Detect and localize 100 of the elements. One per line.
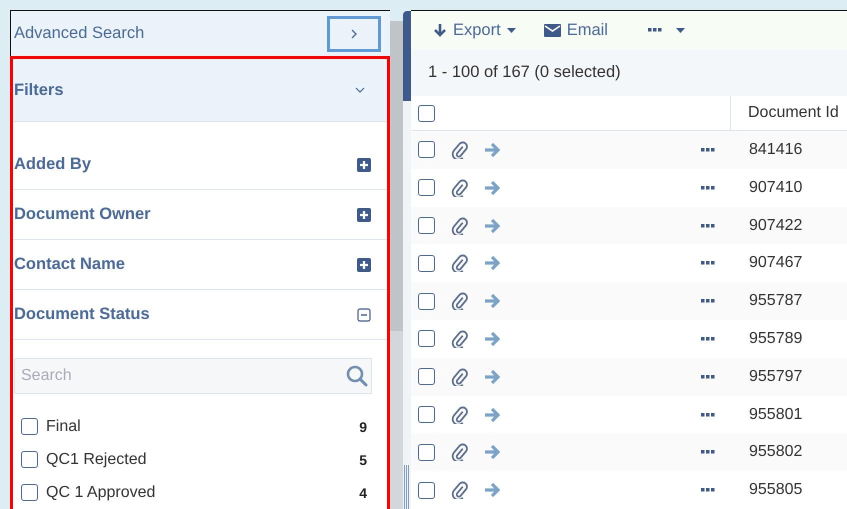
section-label: Added By [14,155,92,174]
paperclip-icon[interactable] [451,368,468,386]
table-row[interactable]: 907410 [411,168,847,207]
search-icon [346,365,368,387]
caret-icon [676,28,685,33]
table-row[interactable]: 955789 [411,320,847,358]
table-row[interactable]: 841416 [411,131,847,169]
expand-icon[interactable] [357,258,371,272]
paperclip-icon[interactable] [451,330,468,348]
arrow-icon[interactable] [484,482,502,498]
filter-section[interactable]: Contact Name [13,240,387,290]
expand-icon[interactable] [357,208,371,222]
collapse-icon[interactable] [357,308,371,322]
expand-button[interactable] [327,16,381,52]
arrow-icon[interactable] [484,255,502,272]
option-count: 4 [359,484,367,500]
filters-header[interactable]: Filters [13,59,387,122]
search-field[interactable]: Search [14,358,372,394]
paperclip-icon[interactable] [451,178,468,197]
table-cell: 955787 [749,292,802,310]
paperclip-icon[interactable] [451,254,468,272]
arrow-icon[interactable] [484,293,502,310]
table-row[interactable]: 955797 [411,358,847,396]
row-checkbox[interactable] [418,254,435,272]
more-icon[interactable] [701,488,715,492]
filter-section[interactable]: Document Status [13,290,387,340]
caret-icon [506,28,516,33]
option-count: 9 [359,418,367,434]
email-button[interactable]: Email [540,16,612,44]
checkbox[interactable] [21,418,38,435]
table-cell: 955801 [749,406,802,424]
paperclip-icon[interactable] [451,292,468,310]
checkbox[interactable] [21,451,38,468]
more-icon[interactable] [701,261,715,266]
scrollbar[interactable] [390,21,403,509]
table-cell: 907410 [749,178,802,197]
expand-icon[interactable] [357,158,371,172]
table-row[interactable]: 955805 [411,471,847,509]
row-checkbox[interactable] [418,292,435,310]
table-row[interactable]: 907467 [411,244,847,282]
more-icon[interactable] [701,336,715,341]
chevron-icon [355,87,365,93]
filters-title: Filters [14,80,64,100]
table-cell: 907467 [749,254,802,272]
arrow-icon[interactable] [484,444,502,460]
table-row[interactable]: 955802 [411,433,847,472]
paperclip-icon[interactable] [451,140,468,159]
column-header[interactable]: Document Id [731,104,839,122]
option-label: Final [46,418,82,436]
paperclip-icon[interactable] [451,406,468,424]
table-cell: 955797 [749,368,802,386]
checkbox[interactable] [21,484,38,501]
table-cell: 907422 [749,216,802,235]
option-count: 5 [359,452,367,468]
table-cell: 955802 [749,443,802,462]
more-icon[interactable] [701,186,715,190]
download-icon [433,22,447,38]
section-label: Document Status [14,305,150,324]
more-icon[interactable] [701,412,715,416]
more-icon[interactable] [701,374,715,379]
select-all-checkbox[interactable] [418,104,435,122]
more-icon[interactable] [701,224,715,228]
row-checkbox[interactable] [418,406,435,423]
option-label: QC1 Rejected [46,450,148,468]
option-label: QC 1 Approved [46,484,156,502]
table-row[interactable]: 955801 [411,396,847,434]
arrow-icon[interactable] [484,330,502,347]
row-checkbox[interactable] [418,141,435,158]
ellipsis-icon [648,28,662,32]
splitter-handle[interactable] [403,11,411,509]
table-row[interactable]: 907422 [411,206,847,244]
table-cell: 955789 [749,330,802,348]
section-label: Contact Name [14,255,125,274]
paperclip-icon[interactable] [451,481,468,500]
row-checkbox[interactable] [418,217,435,234]
envelope-icon [544,24,561,37]
paperclip-icon[interactable] [451,443,468,462]
table-row[interactable]: 955787 [411,282,847,320]
filter-section[interactable]: Document Owner [13,190,387,240]
arrow-icon[interactable] [484,180,502,196]
arrow-icon[interactable] [484,142,502,158]
export-button[interactable]: Export [429,16,520,44]
more-icon[interactable] [701,450,715,454]
row-checkbox[interactable] [418,444,435,461]
row-checkbox[interactable] [418,179,435,196]
table-cell: 955805 [749,481,802,500]
arrow-icon[interactable] [484,406,502,422]
arrow-icon[interactable] [484,218,502,234]
paperclip-icon[interactable] [451,216,468,235]
row-checkbox[interactable] [418,368,435,386]
more-icon[interactable] [701,299,715,304]
row-checkbox[interactable] [418,482,435,499]
arrow-icon[interactable] [484,368,502,385]
section-label: Document Owner [14,205,151,224]
chevron-right-icon [350,28,358,38]
result-count: 1 - 100 of 167 (0 selected) [428,63,621,82]
more-icon[interactable] [701,148,715,152]
table-cell: 841416 [749,140,802,159]
filter-section[interactable]: Added By [13,140,387,190]
row-checkbox[interactable] [418,330,435,348]
